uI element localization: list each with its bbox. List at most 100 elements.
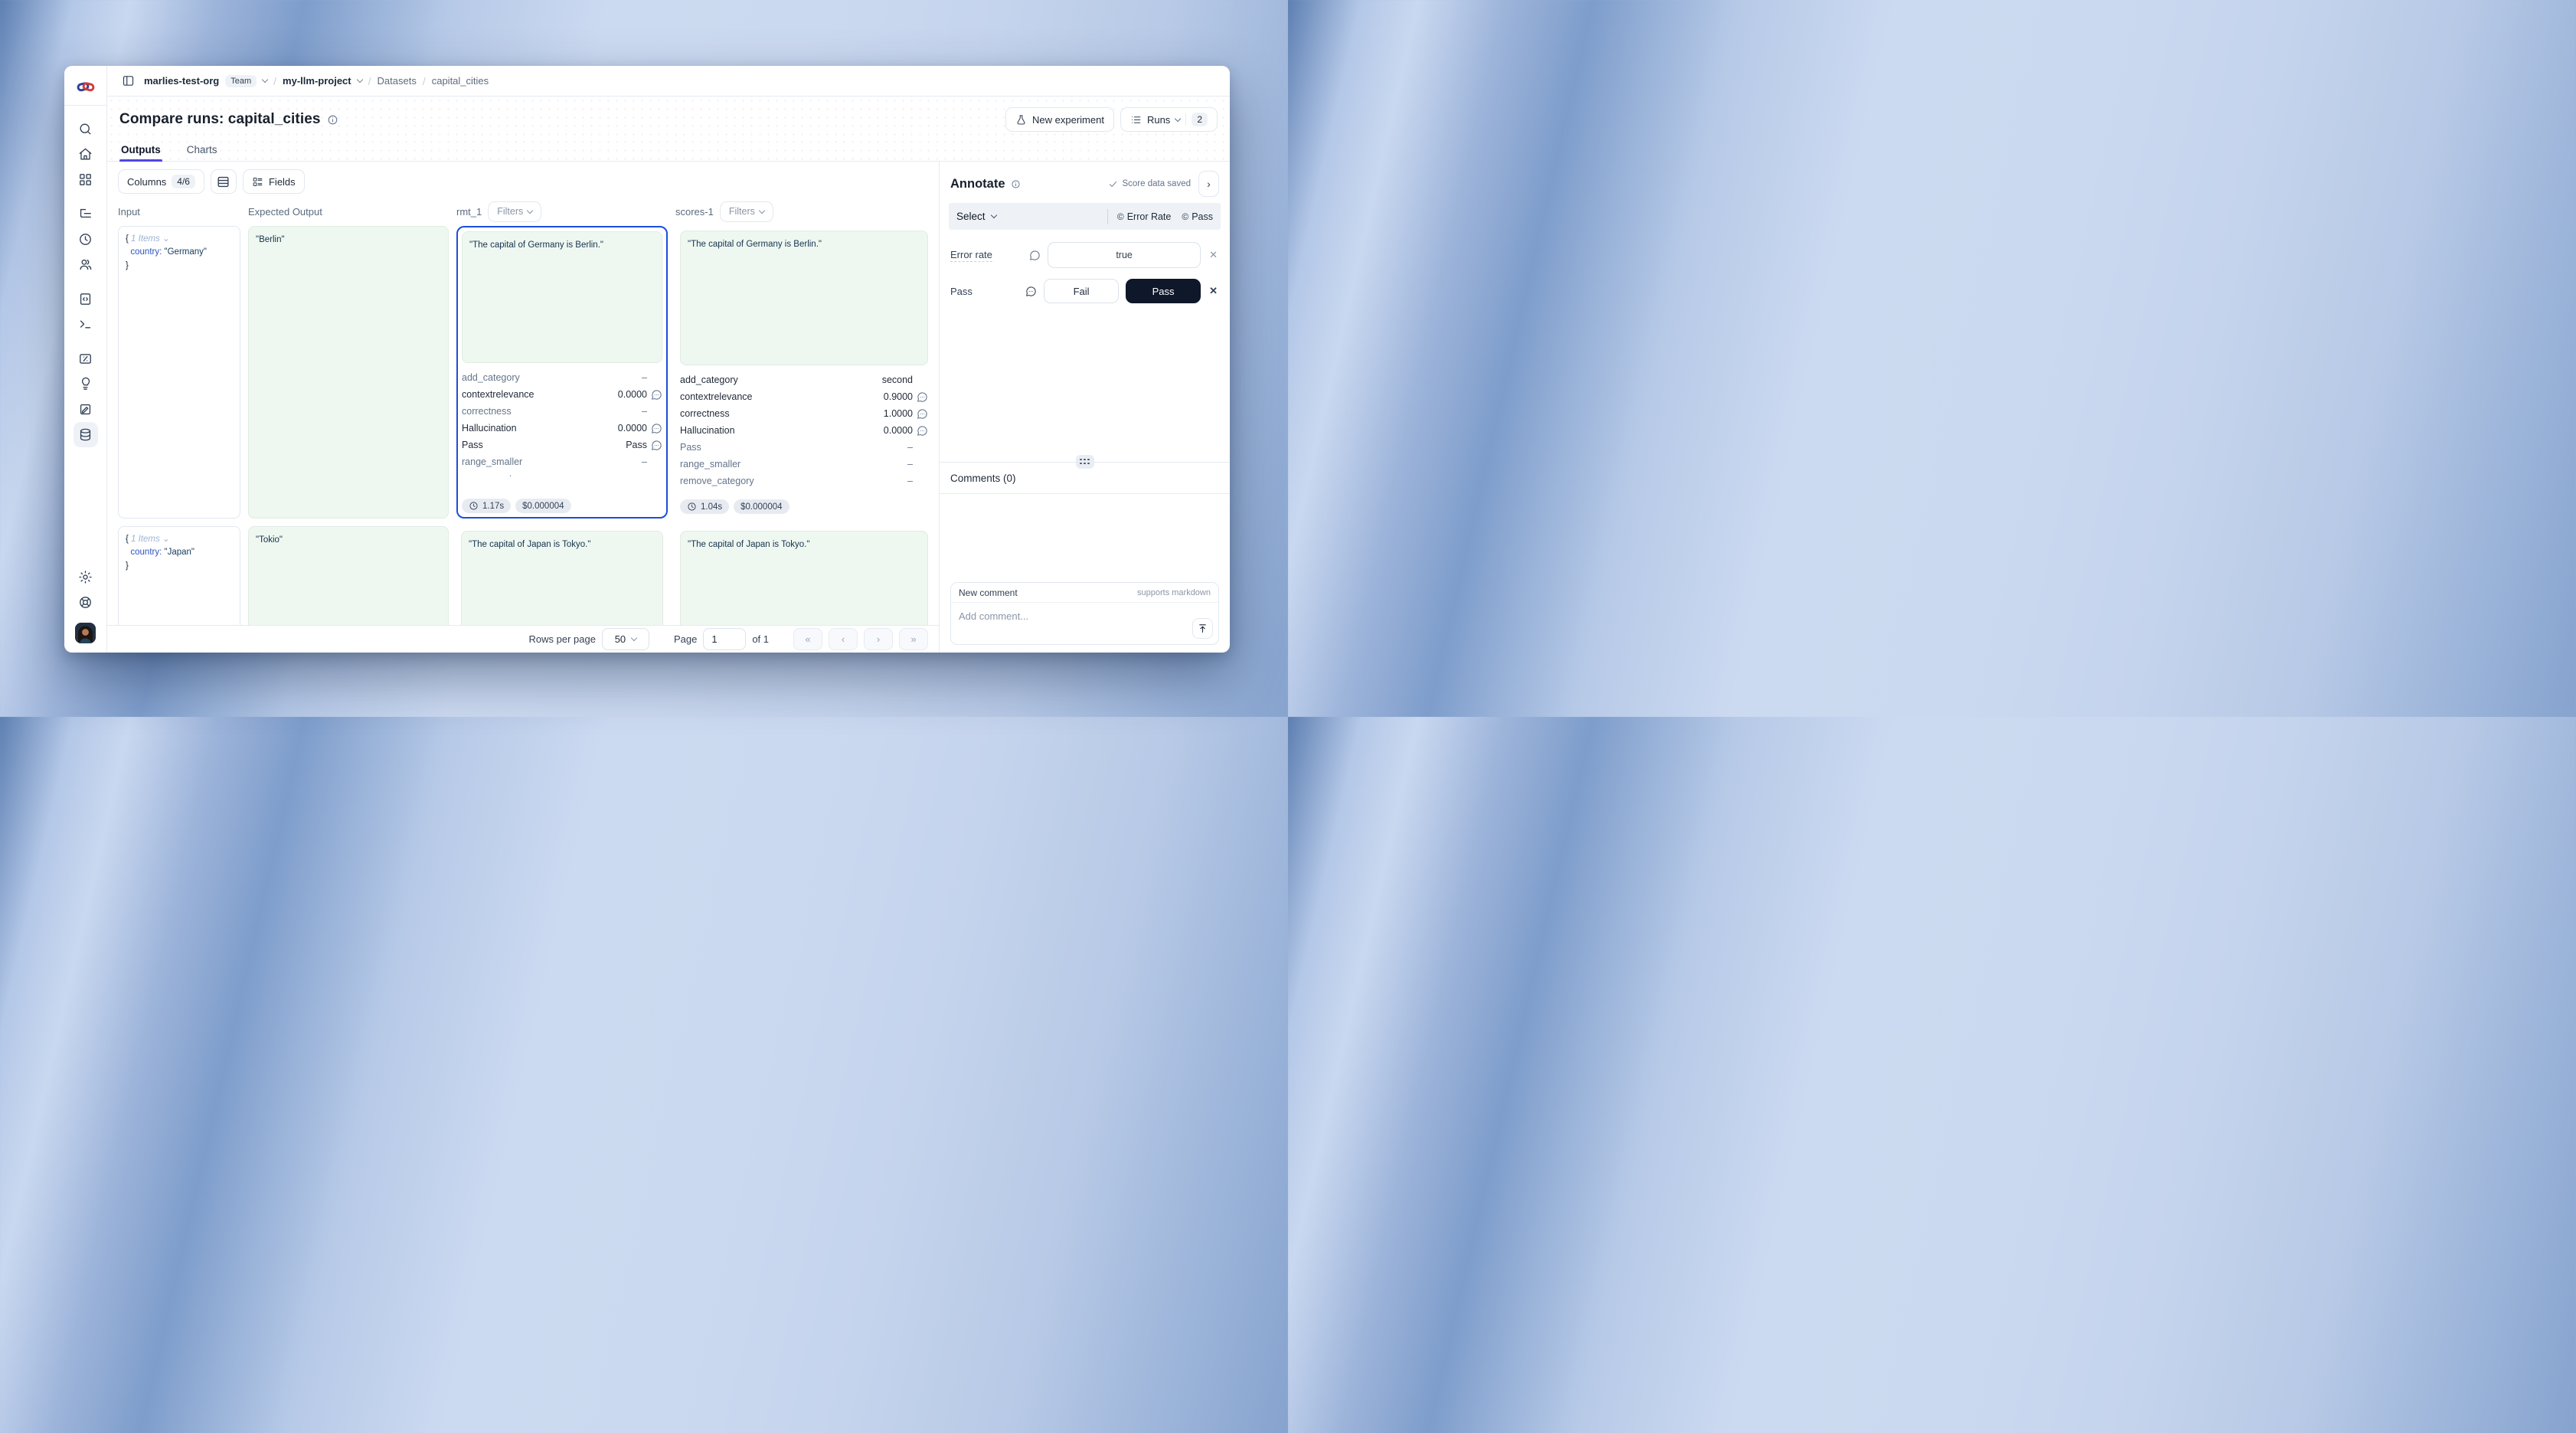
score-list: add_category–contextrelevance0.0000corre… [462,369,662,476]
sidebar-item-support[interactable] [74,590,98,615]
page-title: Compare runs: capital_cities [119,111,321,128]
breadcrumb-separator: / [368,75,371,87]
run-output-cell[interactable]: "The capital of Germany is Berlin." add_… [675,226,933,519]
sidebar-item-search[interactable] [74,116,98,142]
table-header-row: Input Expected Output rmt_1 Filters scor… [107,200,939,223]
score-name: remove_category [462,473,536,476]
comment-filled-icon[interactable] [1025,286,1037,297]
comment-icon[interactable] [651,389,662,401]
previous-page-button[interactable]: ‹ [829,628,858,650]
comment-icon[interactable] [917,425,928,437]
remove-score-button[interactable]: ✕ [1208,283,1219,299]
sidebar-item-evaluation[interactable] [74,346,98,371]
score-name: add_category [462,372,520,383]
collapse-panel-button[interactable]: › [1198,171,1219,197]
score-row: range_smaller– [462,453,662,470]
drag-handle[interactable] [1076,455,1094,469]
run-output-cell[interactable]: "The capital of Japan is Tokyo." [456,526,668,625]
score-value: – [907,459,928,470]
score-row: Pass– [680,439,928,456]
divider [64,105,106,106]
run-output-cell[interactable]: "The capital of Japan is Tokyo." [675,526,933,625]
user-avatar[interactable] [75,623,96,643]
last-page-button[interactable]: » [899,628,928,650]
comment-input[interactable]: Add comment... [951,603,1218,644]
pagination-footer: Rows per page 50 Page 1 of 1 « ‹ › » [107,625,939,653]
score-name-label: Pass [950,286,973,297]
info-icon[interactable] [1011,179,1021,189]
clock-icon [687,502,697,512]
annotate-title: Annotate [950,177,1005,191]
tab-charts[interactable]: Charts [185,138,219,161]
sidebar-item-annotation-queues[interactable] [74,397,98,422]
columns-button[interactable]: Columns 4/6 [118,169,204,194]
breadcrumb-org[interactable]: marlies-test-org [144,75,219,87]
layout-list-icon [252,176,263,188]
score-select-dropdown[interactable]: Select [956,211,996,222]
comparison-table-section: Columns 4/6 Fields Input Expected Output… [107,162,939,653]
comment-icon[interactable] [651,423,662,434]
sidebar-item-tracing[interactable] [74,201,98,227]
sidebar-item-users[interactable] [74,252,98,277]
runs-selector-button[interactable]: Runs 2 [1120,107,1218,132]
input-cell[interactable]: { 1 Items ⌄ country: "Germany" } [118,226,240,519]
rows-icon [216,175,230,189]
remove-score-button[interactable]: ✕ [1208,247,1219,263]
input-cell[interactable]: { 1 Items ⌄ country: "Japan" } [118,526,240,625]
breadcrumb-dataset-name[interactable]: capital_cities [432,75,489,87]
list-icon [1130,114,1142,126]
score-chip-pass[interactable]: ©Pass [1182,211,1213,222]
comment-icon[interactable] [917,391,928,403]
chevron-down-icon[interactable] [356,77,362,83]
fields-button[interactable]: Fields [243,169,305,194]
comment-icon[interactable] [917,408,928,420]
rows-per-page-select[interactable]: 50 [602,628,649,650]
submit-comment-button[interactable] [1192,618,1213,639]
score-row: contextrelevance0.0000 [462,386,662,403]
sidebar-item-playground[interactable] [74,312,98,337]
row-height-button[interactable] [211,169,237,194]
sidebar-item-llm-judge[interactable] [74,371,98,397]
first-page-button[interactable]: « [793,628,822,650]
tab-bar: Outputs Charts [107,138,1230,162]
breadcrumb-datasets[interactable]: Datasets [378,75,417,87]
score-value: 0.9000 [884,391,928,403]
info-icon[interactable] [327,114,338,126]
app-logo[interactable] [74,74,98,99]
score-option-fail[interactable]: Fail [1044,279,1119,303]
users-icon [78,257,93,272]
comment-icon[interactable] [1029,250,1041,261]
sidebar-item-datasets[interactable] [74,422,98,447]
sidebar-item-prompts[interactable] [74,286,98,312]
categorical-score-icon: © [1117,211,1124,222]
sidebar-item-dashboards[interactable] [74,167,98,192]
column-header-run-2: scores-1 Filters [675,201,933,222]
score-name: Hallucination [462,423,517,433]
cost-chip: $0.000004 [515,499,570,513]
sidebar-item-home[interactable] [74,142,98,167]
expected-output-cell[interactable]: "Tokio" [248,526,449,625]
sidebar-item-settings[interactable] [74,564,98,590]
breadcrumb-project[interactable]: my-llm-project [283,75,351,87]
annotate-panel: Annotate Score data saved › Select ©Erro… [939,162,1230,653]
logo-knot-icon [76,80,96,93]
score-row: add_category– [462,369,662,386]
score-row: Hallucination0.0000 [462,420,662,437]
new-experiment-button[interactable]: New experiment [1005,107,1114,132]
filters-button-run-2[interactable]: Filters [720,201,773,222]
score-option-pass-selected[interactable]: Pass [1126,279,1201,303]
score-chip-error-rate[interactable]: ©Error Rate [1117,211,1172,222]
sidebar-toggle-button[interactable] [118,71,138,91]
next-page-button[interactable]: › [864,628,893,650]
filters-button-run-1[interactable]: Filters [488,201,541,222]
comment-icon[interactable] [651,440,662,451]
expected-output-cell[interactable]: "Berlin" [248,226,449,519]
score-value: – [642,473,662,477]
tab-outputs[interactable]: Outputs [119,138,162,161]
run-output-text: "The capital of Japan is Tokyo." [680,531,928,625]
sidebar-item-sessions[interactable] [74,227,98,252]
page-number-input[interactable]: 1 [703,628,746,650]
chevron-down-icon[interactable] [262,77,268,83]
score-value-input[interactable]: true [1048,242,1201,268]
run-output-cell-selected[interactable]: "The capital of Germany is Berlin." add_… [456,226,668,519]
